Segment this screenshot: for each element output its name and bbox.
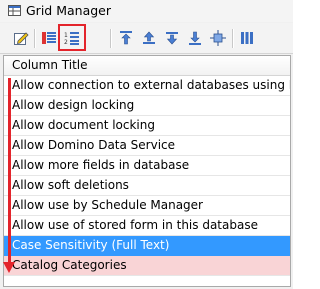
move-up-icon[interactable] bbox=[139, 28, 159, 48]
window-title: Grid Manager bbox=[26, 3, 111, 18]
list-item[interactable]: Allow more fields in database bbox=[4, 156, 290, 176]
column-title-label: Column Title bbox=[12, 58, 88, 72]
grid-manager-window: Grid Manager 1 2 Column Title Allow conn… bbox=[0, 0, 293, 289]
grid-manager-icon bbox=[8, 5, 21, 16]
column-grid: Column Title Allow connection to externa… bbox=[3, 55, 291, 287]
list-item[interactable]: Allow document locking bbox=[4, 116, 290, 136]
move-bottom-icon[interactable] bbox=[185, 28, 205, 48]
list-item[interactable]: Allow Domino Data Service bbox=[4, 136, 290, 156]
list-item[interactable]: Allow use of stored form in this databas… bbox=[4, 216, 290, 236]
move-top-icon[interactable] bbox=[116, 28, 136, 48]
list-item[interactable]: Allow soft deletions bbox=[4, 176, 290, 196]
column-title-header[interactable]: Column Title bbox=[4, 56, 290, 76]
column-list-icon[interactable] bbox=[39, 28, 59, 48]
move-down-icon[interactable] bbox=[162, 28, 182, 48]
list-item-highlighted[interactable]: Catalog Categories bbox=[4, 256, 290, 276]
annotation-highlight-box bbox=[58, 24, 86, 51]
list-item[interactable]: Allow use by Schedule Manager bbox=[4, 196, 290, 216]
columns-icon[interactable] bbox=[237, 28, 257, 48]
annotation-arrow-line bbox=[8, 78, 11, 265]
list-item-selected[interactable]: Case Sensitivity (Full Text) bbox=[4, 236, 290, 256]
annotation-arrow-head bbox=[3, 262, 15, 273]
list-item[interactable]: Allow connection to external databases u… bbox=[4, 76, 290, 96]
toolbar: 1 2 bbox=[0, 23, 293, 54]
edit-icon[interactable] bbox=[11, 28, 31, 48]
move-center-icon[interactable] bbox=[208, 28, 228, 48]
title-bar: Grid Manager bbox=[0, 0, 293, 22]
list-item[interactable]: Allow design locking bbox=[4, 96, 290, 116]
